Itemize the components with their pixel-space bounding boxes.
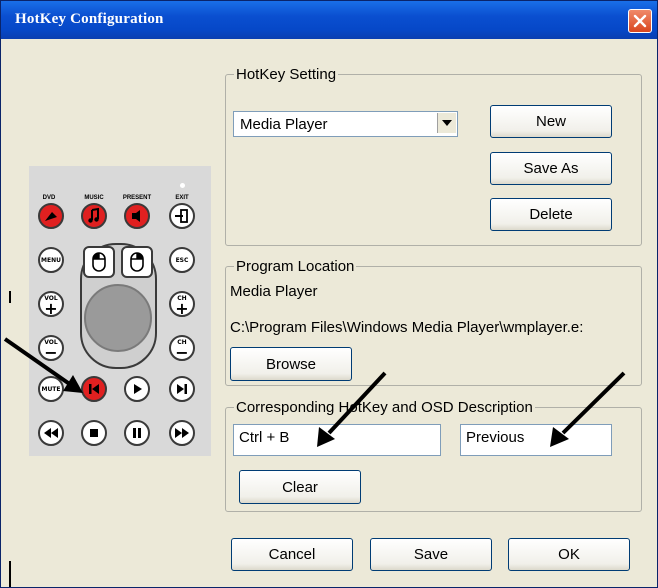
chevron-down-icon xyxy=(442,120,452,126)
stop-icon xyxy=(90,429,98,437)
present-button[interactable] xyxy=(124,203,150,229)
play-icon xyxy=(134,384,142,394)
program-location-legend: Program Location xyxy=(234,258,357,275)
next-track-icon xyxy=(177,384,187,394)
next-track-button[interactable] xyxy=(169,376,195,402)
led-indicator xyxy=(180,183,185,188)
ok-button[interactable]: OK xyxy=(508,538,630,571)
player-select[interactable]: Media Player xyxy=(233,111,458,137)
previous-track-button[interactable] xyxy=(81,376,107,402)
channel-up-button[interactable]: CH + xyxy=(169,291,195,318)
player-select-dropdown[interactable] xyxy=(437,113,456,133)
music-label: MUSIC xyxy=(84,195,104,201)
right-mouse-button[interactable] xyxy=(121,246,153,278)
music-button[interactable] xyxy=(81,203,107,229)
osd-description-field[interactable]: Previous xyxy=(460,424,612,456)
volume-up-button[interactable]: VOL + xyxy=(38,291,64,318)
stop-button[interactable] xyxy=(81,420,107,446)
save-as-button[interactable]: Save As xyxy=(490,152,612,185)
window-title: HotKey Configuration xyxy=(15,11,164,27)
previous-track-icon xyxy=(89,384,99,394)
rewind-icon xyxy=(44,428,58,438)
close-button[interactable] xyxy=(628,9,652,33)
save-button[interactable]: Save xyxy=(370,538,492,571)
touchpad-disc[interactable] xyxy=(84,284,152,352)
dvd-button[interactable] xyxy=(38,203,64,229)
delete-button[interactable]: Delete xyxy=(490,198,612,231)
music-note-icon xyxy=(88,207,99,223)
exit-label: EXIT xyxy=(175,195,189,201)
exit-door-icon xyxy=(175,209,188,223)
cancel-button[interactable]: Cancel xyxy=(231,538,353,571)
clear-button[interactable]: Clear xyxy=(239,470,361,504)
volume-down-button[interactable]: VOL − xyxy=(38,335,64,362)
corresponding-hotkey-legend: Corresponding HotKey and OSD Description xyxy=(234,399,535,416)
dvd-label: DVD xyxy=(42,195,56,201)
program-name: Media Player xyxy=(230,283,318,300)
pause-icon xyxy=(133,428,141,438)
hotkey-field[interactable]: Ctrl + B xyxy=(233,424,441,456)
player-select-value: Media Player xyxy=(240,116,328,133)
mouse-left-icon xyxy=(92,252,106,272)
channel-down-button[interactable]: CH − xyxy=(169,335,195,362)
remote-control-image: DVD MUSIC PRESENT EXIT MENU ESC VOL + CH… xyxy=(29,166,211,456)
esc-button[interactable]: ESC xyxy=(169,247,195,273)
title-bar[interactable]: HotKey Configuration xyxy=(1,1,657,39)
exit-button[interactable] xyxy=(169,203,195,229)
left-mouse-button[interactable] xyxy=(83,246,115,278)
dvd-disc-icon xyxy=(45,212,57,221)
fast-forward-icon xyxy=(175,428,189,438)
program-path: C:\Program Files\Windows Media Player\wm… xyxy=(230,319,584,336)
hotkey-setting-legend: HotKey Setting xyxy=(234,66,339,83)
close-x-icon xyxy=(633,14,647,28)
present-icon xyxy=(132,210,140,222)
edge-mark xyxy=(9,291,11,303)
present-label: PRESENT xyxy=(122,195,152,201)
fast-forward-button[interactable] xyxy=(169,420,195,446)
pause-button[interactable] xyxy=(124,420,150,446)
new-button[interactable]: New xyxy=(490,105,612,138)
browse-button[interactable]: Browse xyxy=(230,347,352,381)
edge-mark xyxy=(9,561,11,587)
play-button[interactable] xyxy=(124,376,150,402)
menu-button[interactable]: MENU xyxy=(38,247,64,273)
rewind-button[interactable] xyxy=(38,420,64,446)
mute-button[interactable]: MUTE xyxy=(38,376,64,402)
hotkey-configuration-window: HotKey Configuration DVD MUSIC PRESENT E… xyxy=(0,0,658,588)
mouse-right-icon xyxy=(130,252,144,272)
